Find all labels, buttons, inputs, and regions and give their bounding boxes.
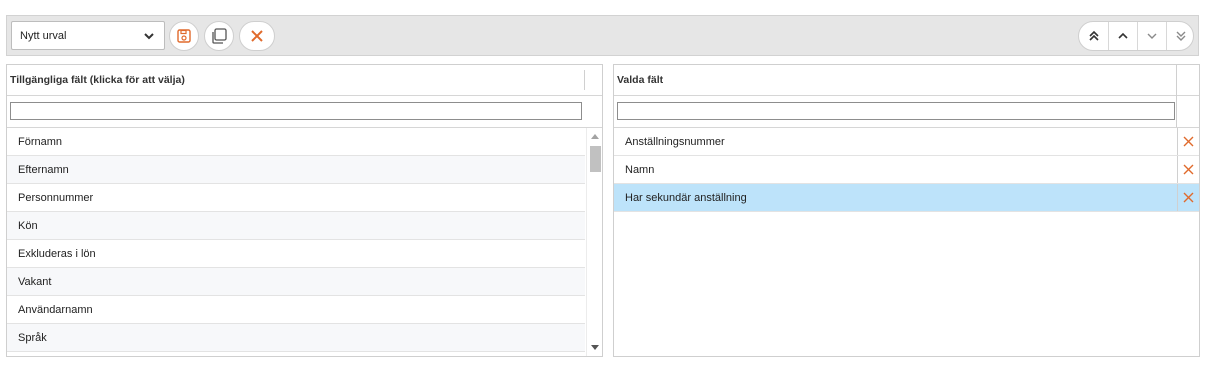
available-field-label: Efternamn [18,164,69,176]
selected-fields-header: Valda fält [614,65,1199,96]
available-fields-title: Tillgängliga fält (klicka för att välja) [10,74,185,86]
remove-field-button[interactable] [1177,156,1199,183]
scroll-down-arrow[interactable] [591,345,599,350]
available-fields-panel: Tillgängliga fält (klicka för att välja)… [6,64,603,357]
scroll-thumb[interactable] [590,146,601,172]
close-icon [1183,192,1194,203]
close-icon [251,30,263,42]
selected-filter-input[interactable] [617,102,1175,120]
selected-fields-panel: Valda fält Anställningsnummer Namn Har sek… [613,64,1200,357]
double-chevron-down-icon [1176,31,1186,41]
available-field-label: Språk [18,332,47,344]
selected-field-item[interactable]: Har sekundär anställning [614,184,1199,212]
selected-field-item[interactable]: Anställningsnummer [614,128,1199,156]
double-chevron-up-icon [1088,30,1099,41]
toolbar: Nytt urval [6,15,1199,56]
chevron-up-icon [1118,32,1128,39]
remove-field-button[interactable] [1177,128,1199,155]
selection-dropdown[interactable]: Nytt urval [11,21,165,50]
selected-field-label: Har sekundär anställning [625,192,747,204]
available-filter-input[interactable] [10,102,582,120]
save-button[interactable] [169,21,199,51]
clear-selection-button[interactable] [239,21,275,51]
move-buttons-group [1078,21,1194,51]
available-field-label: Exkluderas i lön [18,248,96,260]
available-field-item[interactable]: Exkluderas i lön [7,240,585,268]
available-field-item[interactable]: Vakant [7,268,585,296]
available-field-label: Personnummer [18,192,94,204]
available-fields-list: Förnamn Efternamn Personnummer Kön Exkludera… [7,128,585,356]
move-bottom-button[interactable] [1166,22,1195,50]
close-icon [1183,164,1194,175]
remove-field-button[interactable] [1177,184,1199,211]
move-up-button[interactable] [1108,22,1137,50]
chevron-down-icon [1147,33,1157,39]
selection-dropdown-value: Nytt urval [20,30,67,42]
available-field-item[interactable]: Språk [7,324,585,352]
selected-fields-title: Valda fält [617,74,664,86]
available-field-item[interactable]: Användarnamn [7,296,585,324]
available-field-item[interactable]: Efternamn [7,156,585,184]
copy-button[interactable] [204,21,234,51]
move-top-button[interactable] [1079,22,1108,50]
available-fields-header: Tillgängliga fält (klicka för att välja) [7,65,602,96]
close-icon [1183,136,1194,147]
available-field-item[interactable]: Förnamn [7,128,585,156]
available-scrollbar[interactable] [586,128,602,356]
available-field-label: Användarnamn [18,304,93,316]
available-field-item[interactable]: Personnummer [7,184,585,212]
selected-fields-list: Anställningsnummer Namn Har sekundär anstä… [614,128,1199,356]
available-field-label: Vakant [18,276,52,288]
selected-filter-row [614,96,1199,128]
copy-icon [212,28,227,44]
selected-field-label: Namn [625,164,655,176]
available-field-label: Kön [18,220,38,232]
save-icon [177,29,191,43]
available-filter-row [7,96,602,128]
scroll-up-arrow[interactable] [591,134,599,139]
selected-field-label: Anställningsnummer [625,136,725,148]
selected-field-item[interactable]: Namn [614,156,1199,184]
column-divider [584,70,585,90]
available-field-item[interactable]: Kön [7,212,585,240]
chevron-down-icon [144,33,154,40]
available-field-label: Förnamn [18,136,63,148]
move-down-button[interactable] [1137,22,1166,50]
